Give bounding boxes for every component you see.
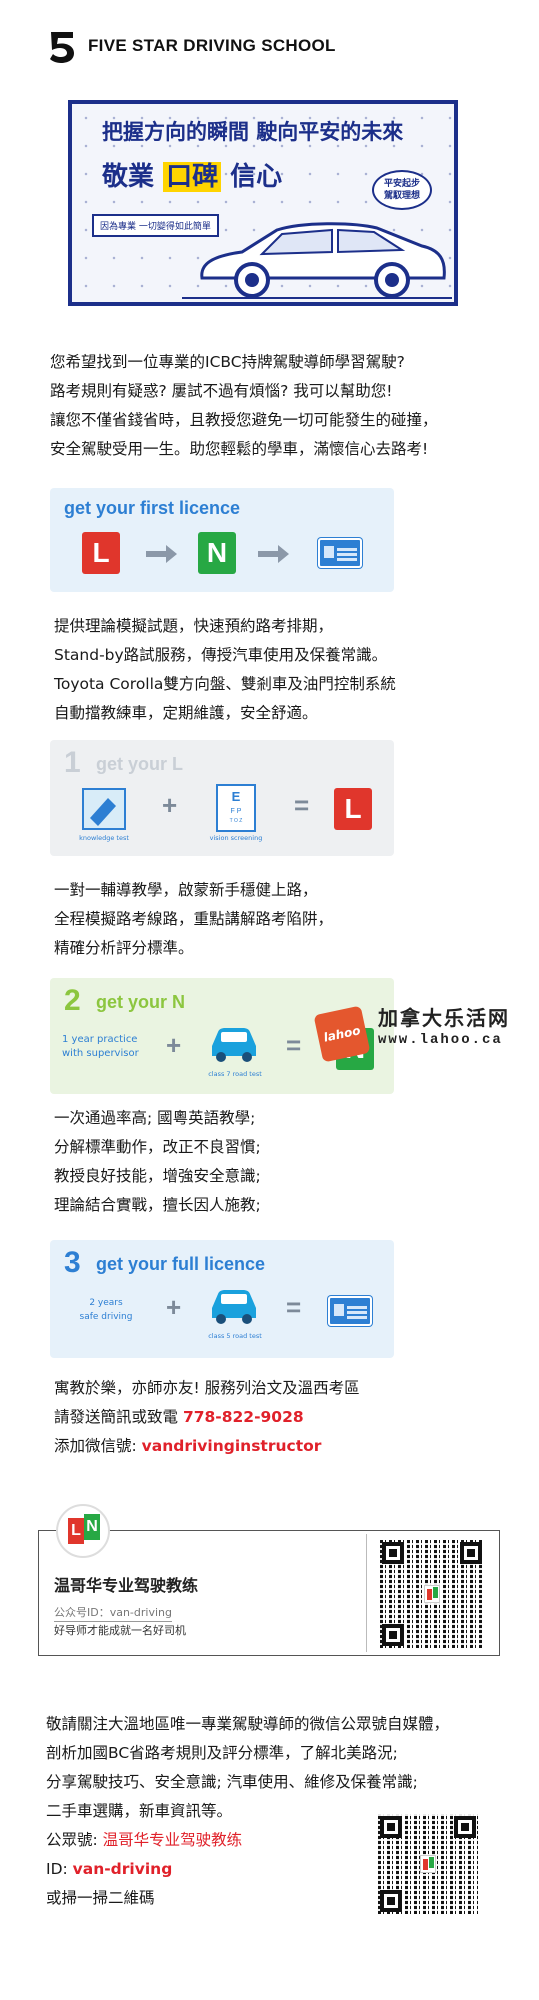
car-icon [212, 1290, 256, 1324]
wechat-label: 添加微信號: [54, 1437, 142, 1455]
service-area-text: 寓教於樂，亦師亦友! 服務列治文及溫西考區 [54, 1379, 360, 1397]
account-id-link[interactable]: van-driving [73, 1860, 173, 1878]
phone-label: 請發送簡訊或致電 [54, 1408, 183, 1426]
account-name: 温哥华专业驾驶教练 [54, 1576, 199, 1595]
card-title: get your N [96, 992, 186, 1012]
get-l-card: 1 get your L knowledge test + E F P T O … [50, 740, 394, 856]
n-plate-icon: N [198, 532, 236, 574]
teaching-line: 理論結合實戰，擅长因人施教; [54, 1196, 261, 1214]
brand-name: FIVE STAR DRIVING SCHOOL [88, 36, 336, 55]
services-line: Toyota Corolla雙方向盤、雙剎車及油門控制系統 [54, 675, 396, 693]
intro-line: 讓您不僅省錢省時，且教授您避免一切可能發生的碰撞， [50, 411, 438, 429]
divider [366, 1534, 367, 1652]
card-title: get your L [96, 754, 184, 774]
car-illustration-icon [182, 222, 452, 299]
value-confidence: 信心 [230, 162, 283, 192]
knowledge-test-icon [82, 788, 126, 830]
services-line: 自動擋教練車，定期維護，安全舒適。 [54, 704, 318, 722]
coaching-line: 全程模擬路考線路，重點講解路考陷阱， [54, 910, 334, 928]
five-star-logo-icon [50, 32, 74, 63]
licence-card-icon [328, 1296, 372, 1326]
follow-line: 剖析加國BC省路考規則及評分標準，了解北美路況; [46, 1744, 398, 1762]
teaching-line: 教授良好技能，增強安全意識; [54, 1167, 261, 1185]
caption-vision-screening: vision screening [209, 834, 263, 842]
caption-road-test: class 7 road test [208, 1070, 262, 1078]
intro-line: 安全駕駛受用一生。助您輕鬆的學車，滿懷信心去路考! [50, 440, 429, 458]
requirement-line: with supervisor [62, 1048, 139, 1059]
account-label: 公眾號: [46, 1831, 103, 1849]
services-line: Stand-by路試服務，傳授汽車使用及保養常識。 [54, 646, 388, 664]
qr-code-icon[interactable] [378, 1814, 478, 1914]
arrow-right-icon [258, 545, 289, 563]
lahoo-logo-icon: lahoo [313, 1005, 371, 1063]
step-number: 1 [64, 746, 81, 779]
equals-icon: = [286, 1030, 302, 1060]
intro-paragraph: 您希望找到一位專業的ICBC持牌駕駛導師學習駕駛? 路考規則有疑惑? 屢試不過有… [50, 348, 438, 464]
equals-icon: = [286, 1292, 302, 1322]
requirement-line: 1 year practice [62, 1034, 138, 1045]
account-name-link[interactable]: 温哥华专业驾驶教练 [103, 1831, 243, 1849]
coaching-paragraph: 一對一輔導教學，啟蒙新手穩健上路， 全程模擬路考線路，重點講解路考陷阱， 精確分… [54, 876, 333, 963]
value-reputation: 口碑 [163, 162, 222, 192]
arrow-right-icon [146, 545, 177, 563]
account-id: 公众号ID：van-driving [54, 1604, 172, 1622]
full-licence-card: 3 get your full licence 2 years safe dri… [50, 1240, 394, 1358]
intro-line: 您希望找到一位專業的ICBC持牌駕駛導師學習駕駛? [50, 353, 405, 371]
plus-icon: + [162, 790, 178, 820]
step-number: 3 [64, 1246, 81, 1279]
coaching-line: 一對一輔導教學，啟蒙新手穩健上路， [54, 881, 318, 899]
banner-values: 敬業 口碑 信心 [102, 156, 282, 193]
svg-text:F P: F P [231, 808, 242, 815]
teaching-paragraph: 一次通過率高; 國粵英語教學; 分解標準動作，改正不良習慣; 教授良好技能，增強… [54, 1104, 261, 1220]
plus-icon: + [166, 1292, 182, 1322]
follow-line: 分享駕駛技巧、安全意識; 汽車使用、維修及保養常識; [46, 1773, 418, 1791]
contact-block: 寓教於樂，亦師亦友! 服務列治文及溫西考區 請發送簡訊或致電 778-822-9… [54, 1374, 360, 1461]
services-line: 提供理論模擬試題，快速預約路考排期， [54, 617, 334, 635]
requirement-line: safe driving [79, 1312, 133, 1322]
id-label: ID: [46, 1860, 73, 1878]
ln-logo-icon: LN [56, 1504, 110, 1558]
licence-card-icon [318, 538, 362, 568]
requirement-line: 2 years [89, 1298, 123, 1308]
qr-code-icon[interactable] [380, 1540, 484, 1648]
caption-road-test: class 5 road test [208, 1332, 262, 1340]
services-paragraph: 提供理論模擬試題，快速預約路考排期， Stand-by路試服務，傳授汽車使用及保… [54, 612, 396, 728]
first-licence-card: get your first licence L N [50, 488, 394, 592]
plus-icon: + [166, 1030, 182, 1060]
l-plate-icon: L [334, 788, 372, 830]
wechat-line: 添加微信號: vandrivinginstructor [54, 1432, 360, 1461]
phone-line: 請發送簡訊或致電 778-822-9028 [54, 1403, 360, 1432]
coaching-line: 精確分析評分標準。 [54, 939, 194, 957]
equals-icon: = [294, 790, 310, 820]
wechat-id-link[interactable]: vandrivinginstructor [142, 1437, 322, 1455]
banner-badge: 平安起步 駕馭理想 [372, 170, 432, 210]
card-title: get your full licence [96, 1254, 266, 1274]
caption-knowledge-test: knowledge test [79, 834, 129, 842]
watermark-url: www.lahoo.ca [378, 1032, 503, 1048]
teaching-line: 分解標準動作，改正不良習慣; [54, 1138, 261, 1156]
l-plate-icon: L [82, 532, 120, 574]
svg-text:T O Z: T O Z [230, 818, 243, 824]
watermark-site-name: 加拿大乐活网 [378, 1006, 510, 1030]
card-title: get your first licence [64, 498, 241, 518]
vision-chart-icon: E F P T O Z [216, 784, 256, 832]
account-motto: 好导师才能成就一名好司机 [54, 1624, 186, 1637]
svg-text:E: E [232, 789, 241, 804]
value-dedication: 敬業 [102, 162, 155, 192]
car-icon [212, 1028, 256, 1062]
teaching-line: 一次通過率高; 國粵英語教學; [54, 1109, 256, 1127]
intro-line: 路考規則有疑惑? 屢試不過有煩惱? 我可以幫助您! [50, 382, 393, 400]
follow-line: 敬請關注大溫地區唯一專業駕駛導師的微信公眾號自媒體， [46, 1715, 450, 1733]
banner-slogan: 把握方向的瞬間 駛向平安的未來 [102, 120, 404, 144]
step-number: 2 [64, 984, 81, 1017]
phone-number-link[interactable]: 778-822-9028 [183, 1408, 304, 1426]
hero-banner: 把握方向的瞬間 駛向平安的未來 敬業 口碑 信心 平安起步 駕馭理想 因為專業 一… [68, 100, 458, 306]
